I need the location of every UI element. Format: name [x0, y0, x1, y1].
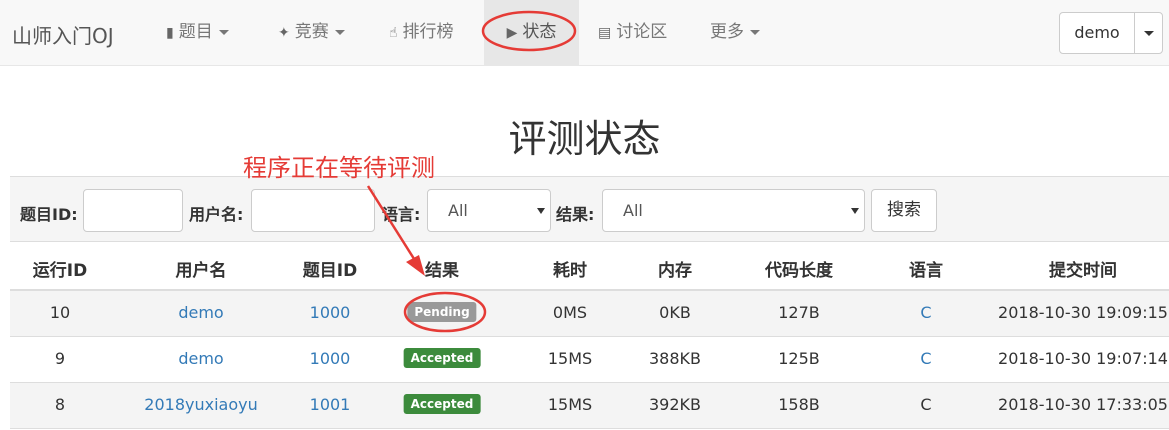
column-header: 题目ID — [302, 261, 358, 281]
submit-time-cell: 2018-10-30 19:09:15 — [998, 303, 1168, 322]
nav-problems-label: 题目 — [178, 22, 213, 42]
language-select-value: All — [448, 201, 468, 220]
time-cell: 15MS — [547, 349, 593, 368]
thumbs-up-icon: ☝ — [389, 25, 398, 41]
nav-discussion-label: 讨论区 — [616, 22, 668, 42]
user-link[interactable]: demo — [178, 349, 223, 368]
nav-status-label: 状态 — [522, 22, 557, 42]
nav-problems[interactable]: ▮ 题目 — [166, 0, 229, 65]
problem-id-label: 题目ID: — [20, 205, 78, 224]
result-label: 结果: — [556, 205, 595, 224]
chevron-down-icon — [218, 29, 229, 35]
user-link[interactable]: demo — [178, 303, 223, 322]
column-header: 提交时间 — [1049, 261, 1117, 281]
table-row: 10 demo 1000 Pending 0MS 0KB 127B C 2018… — [10, 291, 1169, 337]
book-icon: ▮ — [166, 25, 174, 41]
column-header: 运行ID — [32, 261, 88, 281]
annotation-arrow-head — [406, 255, 425, 276]
navbar: 山师入门OJ ▮ 题目 ✦ 竞赛 ☝ 排行榜 ▶ 状态 ▤ 讨论区 更多 demo — [0, 0, 1169, 66]
column-header: 耗时 — [553, 261, 587, 281]
filter-bar: 题目ID: 用户名: 语言: All 结果: All 搜索 — [10, 176, 1169, 242]
annotation-text: 程序正在等待评测 — [243, 154, 435, 182]
list-alt-icon: ▤ — [598, 25, 612, 41]
time-cell: 15MS — [547, 395, 593, 414]
language-link[interactable]: C — [920, 303, 931, 322]
column-header: 语言 — [909, 261, 943, 281]
nav-discussion[interactable]: ▤ 讨论区 — [598, 0, 667, 65]
nav-status[interactable]: ▶ 状态 — [484, 0, 579, 65]
submit-time-cell: 2018-10-30 17:33:05 — [998, 395, 1168, 414]
language-link[interactable]: C — [920, 349, 931, 368]
problem-id-link[interactable]: 1000 — [310, 303, 351, 322]
username-input[interactable] — [251, 189, 375, 232]
column-header: 代码长度 — [765, 261, 833, 281]
column-header: 用户名 — [175, 261, 227, 281]
run-id-cell: 10 — [49, 303, 71, 322]
code-length-cell: 125B — [778, 349, 820, 368]
language-select[interactable]: All — [427, 189, 551, 232]
result-badge[interactable]: Pending — [407, 302, 477, 322]
table-row: 9 demo 1000 Accepted 15MS 388KB 125B C 2… — [10, 337, 1169, 383]
fire-icon: ✦ — [278, 25, 290, 41]
nav-more[interactable]: 更多 — [710, 0, 760, 65]
column-header: 内存 — [658, 261, 692, 281]
page-title: 评测状态 — [508, 117, 661, 161]
column-header: 结果 — [425, 261, 459, 281]
nav-contests[interactable]: ✦ 竞赛 — [278, 0, 345, 65]
run-id-cell: 9 — [54, 349, 66, 368]
language-cell: C — [920, 395, 932, 414]
result-badge[interactable]: Accepted — [403, 394, 481, 414]
user-menu-button[interactable]: demo — [1059, 12, 1163, 54]
problem-id-input[interactable] — [83, 189, 183, 232]
nav-ranklist-label: 排行榜 — [402, 22, 454, 42]
submit-time-cell: 2018-10-30 19:07:14 — [998, 349, 1168, 368]
chevron-down-icon — [750, 29, 760, 35]
problem-id-link[interactable]: 1000 — [310, 349, 351, 368]
run-id-cell: 8 — [54, 395, 66, 414]
time-cell: 0MS — [552, 303, 588, 322]
nav-ranklist[interactable]: ☝ 排行榜 — [389, 0, 454, 65]
code-length-cell: 158B — [778, 395, 820, 414]
language-label: 语言: — [382, 205, 421, 224]
brand-logo[interactable]: 山师入门OJ — [12, 20, 114, 49]
search-button[interactable]: 搜索 — [871, 189, 937, 232]
memory-cell: 388KB — [648, 349, 702, 368]
play-circle-icon: ▶ — [506, 25, 518, 41]
chevron-down-icon — [537, 208, 545, 214]
user-link[interactable]: 2018yuxiaoyu — [144, 395, 257, 414]
nav-more-label: 更多 — [710, 22, 744, 42]
problem-id-link[interactable]: 1001 — [310, 395, 351, 414]
memory-cell: 392KB — [648, 395, 702, 414]
result-select-value: All — [623, 201, 643, 220]
memory-cell: 0KB — [659, 303, 691, 322]
username-filter-label: 用户名: — [189, 205, 244, 224]
table-row: 8 2018yuxiaoyu 1001 Accepted 15MS 392KB … — [10, 383, 1169, 429]
result-select[interactable]: All — [602, 189, 865, 232]
chevron-down-icon — [334, 29, 345, 35]
nav-contests-label: 竞赛 — [294, 22, 329, 42]
code-length-cell: 127B — [778, 303, 820, 322]
chevron-down-icon — [851, 208, 859, 214]
chevron-down-icon — [1144, 31, 1154, 36]
user-dropdown-toggle[interactable] — [1135, 13, 1163, 53]
username-label[interactable]: demo — [1060, 13, 1135, 53]
result-badge[interactable]: Accepted — [403, 348, 481, 368]
